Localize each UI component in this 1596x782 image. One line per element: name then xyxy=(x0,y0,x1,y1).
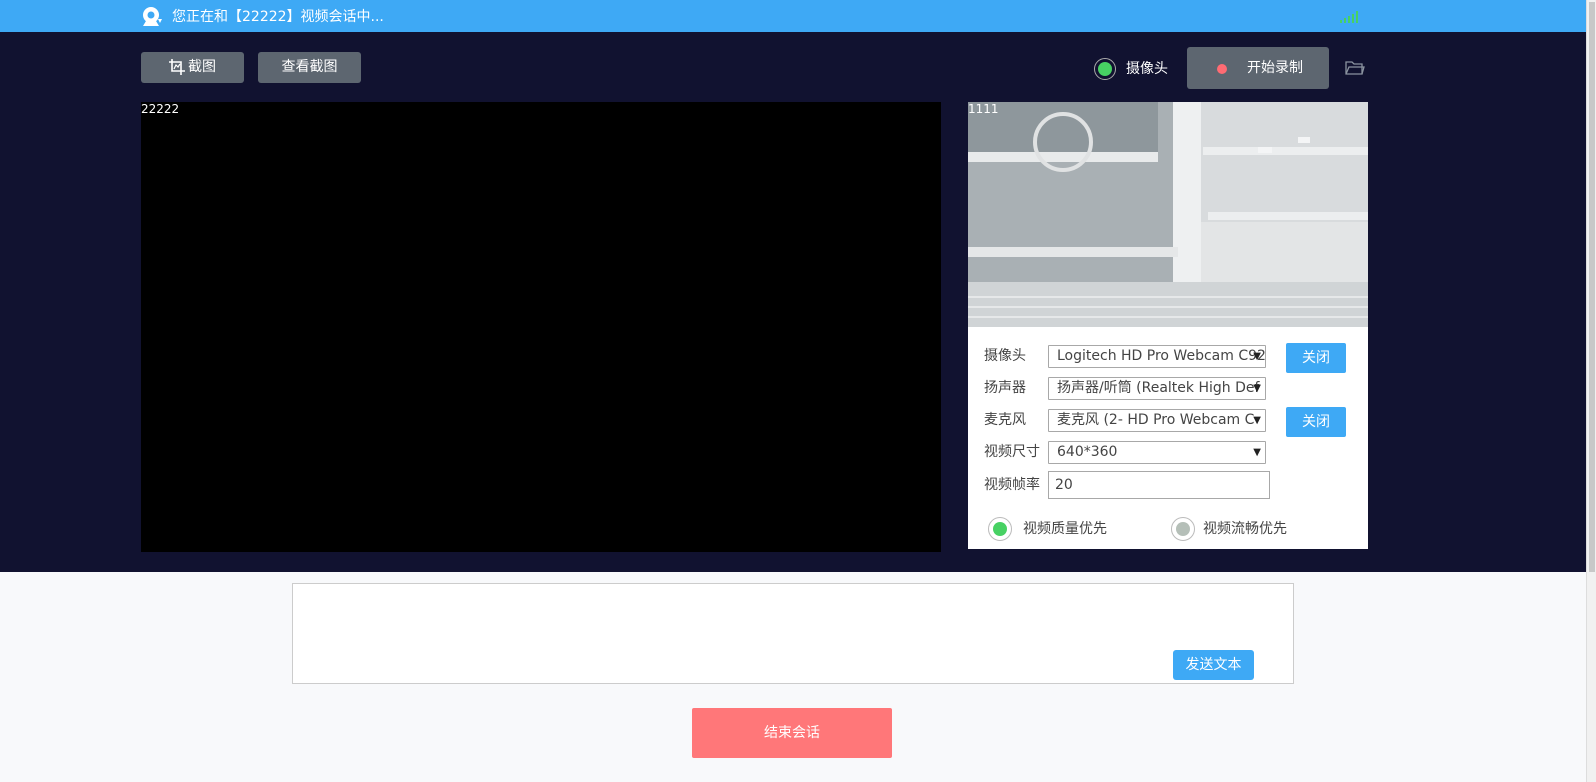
video-size-label: 视频尺寸 xyxy=(984,444,1040,460)
speaker-select-value: 扬声器/听筒 (Realtek High Def xyxy=(1057,380,1260,396)
start-recording-label: 开始录制 xyxy=(1247,60,1303,76)
remote-video: 22222 xyxy=(141,102,941,552)
camera-toggle-dot xyxy=(1098,62,1112,76)
close-mic-button[interactable]: 关闭 xyxy=(1286,407,1346,437)
view-screenshots-button[interactable]: 查看截图 xyxy=(258,52,361,83)
close-mic-label: 关闭 xyxy=(1302,414,1330,430)
send-text-label: 发送文本 xyxy=(1185,657,1242,673)
signal-bars-icon xyxy=(1340,11,1358,23)
page-scrollbar[interactable] xyxy=(1586,0,1596,782)
camera-setting-label: 摄像头 xyxy=(984,348,1026,364)
session-title: 您正在和【22222】视频会话中... xyxy=(172,9,384,25)
frame-rate-label: 视频帧率 xyxy=(984,477,1040,493)
screenshot-button[interactable]: 截图 xyxy=(141,52,244,83)
local-video-preview: 1111 xyxy=(968,102,1368,327)
fluency-priority-radio[interactable] xyxy=(1171,517,1195,541)
camera-select[interactable]: Logitech HD Pro Webcam C92 ▼ xyxy=(1048,345,1266,368)
dropdown-arrow-icon: ▼ xyxy=(1253,383,1261,394)
close-camera-button[interactable]: 关闭 xyxy=(1286,343,1346,373)
start-recording-button[interactable]: 开始录制 xyxy=(1187,47,1329,89)
frame-rate-value: 20 xyxy=(1055,477,1073,493)
webcam-icon xyxy=(143,7,162,26)
frame-rate-input[interactable]: 20 xyxy=(1048,471,1270,499)
folder-icon[interactable] xyxy=(1345,60,1365,76)
end-session-button[interactable]: 结束会话 xyxy=(692,708,892,758)
quality-priority-label: 视频质量优先 xyxy=(1023,521,1107,537)
record-dot-icon xyxy=(1217,64,1227,74)
camera-preview-image xyxy=(968,102,1368,327)
video-size-value: 640*360 xyxy=(1057,444,1118,460)
quality-priority-dot xyxy=(993,522,1007,536)
speaker-setting-label: 扬声器 xyxy=(984,380,1026,396)
local-user-label: 1111 xyxy=(968,102,999,116)
scrollbar-thumb[interactable] xyxy=(1589,2,1595,572)
mic-setting-label: 麦克风 xyxy=(984,412,1026,428)
dropdown-arrow-icon: ▼ xyxy=(1253,415,1261,426)
end-session-label: 结束会话 xyxy=(764,725,820,741)
quality-priority-radio[interactable] xyxy=(988,517,1012,541)
dropdown-arrow-icon: ▼ xyxy=(1253,351,1261,362)
send-text-button[interactable]: 发送文本 xyxy=(1173,650,1254,680)
crop-icon xyxy=(169,59,185,75)
chat-text-input[interactable] xyxy=(292,583,1294,684)
camera-toggle-label: 摄像头 xyxy=(1126,61,1168,77)
mic-select[interactable]: 麦克风 (2- HD Pro Webcam C ▼ xyxy=(1048,409,1266,432)
view-screenshots-label: 查看截图 xyxy=(281,59,338,75)
speaker-select[interactable]: 扬声器/听筒 (Realtek High Def ▼ xyxy=(1048,377,1266,400)
camera-select-value: Logitech HD Pro Webcam C92 xyxy=(1057,348,1266,364)
close-camera-label: 关闭 xyxy=(1302,350,1330,366)
mic-select-value: 麦克风 (2- HD Pro Webcam C xyxy=(1057,412,1255,428)
title-bar: 您正在和【22222】视频会话中... xyxy=(0,0,1586,32)
device-settings-panel: 摄像头 Logitech HD Pro Webcam C92 ▼ 关闭 扬声器 … xyxy=(968,327,1368,549)
camera-toggle[interactable] xyxy=(1094,58,1116,80)
fluency-priority-dot xyxy=(1176,522,1190,536)
video-size-select[interactable]: 640*360 ▼ xyxy=(1048,441,1266,464)
screenshot-button-label: 截图 xyxy=(188,59,216,75)
fluency-priority-label: 视频流畅优先 xyxy=(1203,521,1287,537)
remote-user-label: 22222 xyxy=(141,102,180,116)
dropdown-arrow-icon: ▼ xyxy=(1253,447,1261,458)
